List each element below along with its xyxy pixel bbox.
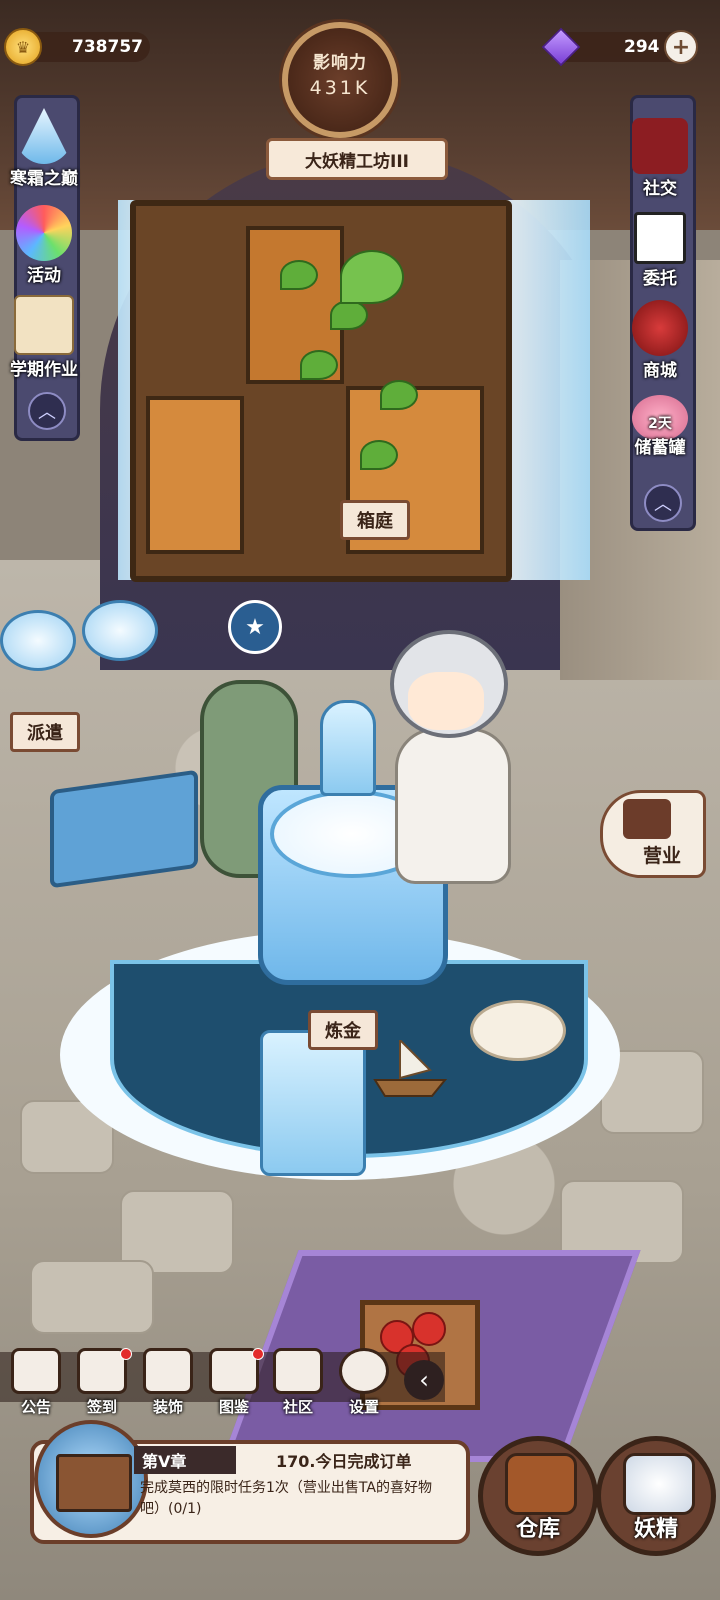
menu-commission-label: 委托 xyxy=(643,269,677,289)
menu-frost-peak-label: 寒霜之巅 xyxy=(10,169,78,189)
quest-book-icon[interactable] xyxy=(34,1420,148,1538)
gem-amount: 294 xyxy=(624,37,660,57)
plant-leaf xyxy=(380,380,418,410)
menu-frost-peak[interactable]: 寒霜之巅 xyxy=(0,108,92,189)
menu-shop-label: 商城 xyxy=(643,361,677,381)
toolbar-settings[interactable]: 设置 xyxy=(334,1348,394,1417)
shop-sale-icon xyxy=(623,799,671,839)
board-commission-icon xyxy=(634,212,686,264)
notification-dot xyxy=(252,1348,264,1360)
succulent-plant xyxy=(340,250,404,304)
plant-leaf xyxy=(360,440,398,470)
fairy-girl-face xyxy=(408,672,484,730)
ice-spellbook xyxy=(50,769,198,889)
toolbar-community[interactable]: 社区 xyxy=(268,1348,328,1417)
plant-leaf xyxy=(330,300,368,330)
fairy-icon xyxy=(623,1453,695,1515)
quest-title: 170.今日完成订单 xyxy=(276,1452,412,1471)
collapse-left-menu-button[interactable]: ︿ xyxy=(28,392,66,430)
toolbar-codex[interactable]: 图鉴 xyxy=(204,1348,264,1417)
ice-pumpkin xyxy=(0,610,76,671)
warehouse-button[interactable]: 仓库 xyxy=(478,1436,598,1556)
toolbar-codex-label: 图鉴 xyxy=(218,1398,249,1416)
tomato xyxy=(412,1312,446,1346)
collapse-right-menu-button[interactable]: ︿ xyxy=(644,484,682,522)
menu-social[interactable]: 社交 xyxy=(612,118,708,199)
rainbow-event-icon xyxy=(16,205,72,261)
notice-icon xyxy=(11,1348,61,1394)
add-gems-button[interactable]: + xyxy=(664,30,698,64)
menu-social-label: 社交 xyxy=(643,179,677,199)
menu-homework[interactable]: 学期作业 xyxy=(0,295,92,380)
sailboat xyxy=(373,1040,448,1097)
gear-icon xyxy=(339,1348,389,1394)
toolbar-community-label: 社区 xyxy=(282,1398,313,1416)
collapse-toolbar-button[interactable]: ‹ xyxy=(404,1360,444,1400)
shelf-cabinet[interactable] xyxy=(130,200,512,582)
ice-mountain-icon xyxy=(16,108,72,164)
quest-description: 完成莫西的限时任务1次（营业出售TA的喜好物吧）(0/1) xyxy=(140,1480,432,1517)
toolbar-settings-label: 设置 xyxy=(348,1398,379,1416)
ice-spire xyxy=(320,700,376,796)
cabinet-label[interactable]: 箱庭 xyxy=(340,500,410,540)
castle-decor-icon xyxy=(143,1348,193,1394)
fairy-label: 妖精 xyxy=(633,1517,678,1542)
influence-label: 影响力 xyxy=(313,53,367,73)
warehouse-label: 仓库 xyxy=(515,1517,560,1542)
gold-amount: 738757 xyxy=(72,37,143,57)
fairy-girl-body xyxy=(395,728,511,884)
alchemy-label[interactable]: 炼金 xyxy=(308,1010,378,1050)
toolbar-decor[interactable]: 装饰 xyxy=(138,1348,198,1417)
gem-counter[interactable]: 294 + xyxy=(541,27,698,67)
house-community-icon xyxy=(273,1348,323,1394)
seal-creature[interactable] xyxy=(470,1000,566,1061)
toolbar-checkin[interactable]: 签到 xyxy=(72,1348,132,1417)
business-label: 营业 xyxy=(643,845,682,867)
birds-social-icon xyxy=(632,118,688,174)
menu-event[interactable]: 活动 xyxy=(0,205,92,286)
fairy-button[interactable]: 妖精 xyxy=(596,1436,716,1556)
toolbar-notice-label: 公告 xyxy=(20,1398,51,1416)
influence-value: 431K xyxy=(309,77,371,99)
crown-coin-icon: ♛ xyxy=(4,28,42,66)
gold-counter[interactable]: ♛ 738757 xyxy=(4,28,150,66)
piggy-bank-timer: 2天 xyxy=(648,416,672,432)
plant-leaf xyxy=(280,260,318,290)
ice-block xyxy=(260,1030,366,1176)
business-button[interactable]: 营业 xyxy=(600,790,706,878)
menu-homework-label: 学期作业 xyxy=(10,360,78,380)
menu-piggy-bank-label: 储蓄罐 xyxy=(634,438,686,458)
menu-event-label: 活动 xyxy=(27,266,61,286)
influence-badge[interactable]: 影响力 431K xyxy=(282,22,398,138)
dispatch-label[interactable]: 派遣 xyxy=(10,712,80,752)
workshop-name-banner: 大妖精工坊III xyxy=(266,138,448,180)
menu-commission[interactable]: 委托 xyxy=(612,212,708,289)
shop-icon xyxy=(632,300,688,356)
floor-stone xyxy=(30,1260,154,1334)
plant-leaf xyxy=(300,350,338,380)
quest-chapter: 第V章 xyxy=(134,1446,236,1474)
ice-pumpkin xyxy=(82,600,158,661)
scroll-homework-icon xyxy=(14,295,74,355)
toolbar-decor-label: 装饰 xyxy=(152,1398,183,1416)
toolbar-notice[interactable]: 公告 xyxy=(6,1348,66,1417)
treasure-chest-icon xyxy=(505,1453,577,1515)
toolbar-checkin-label: 签到 xyxy=(86,1398,117,1416)
notification-dot xyxy=(120,1348,132,1360)
menu-piggy-bank[interactable]: 2天 储蓄罐 xyxy=(612,395,708,458)
menu-shop[interactable]: 商城 xyxy=(612,300,708,381)
star-speech-bubble-icon[interactable]: ★ xyxy=(228,600,282,654)
